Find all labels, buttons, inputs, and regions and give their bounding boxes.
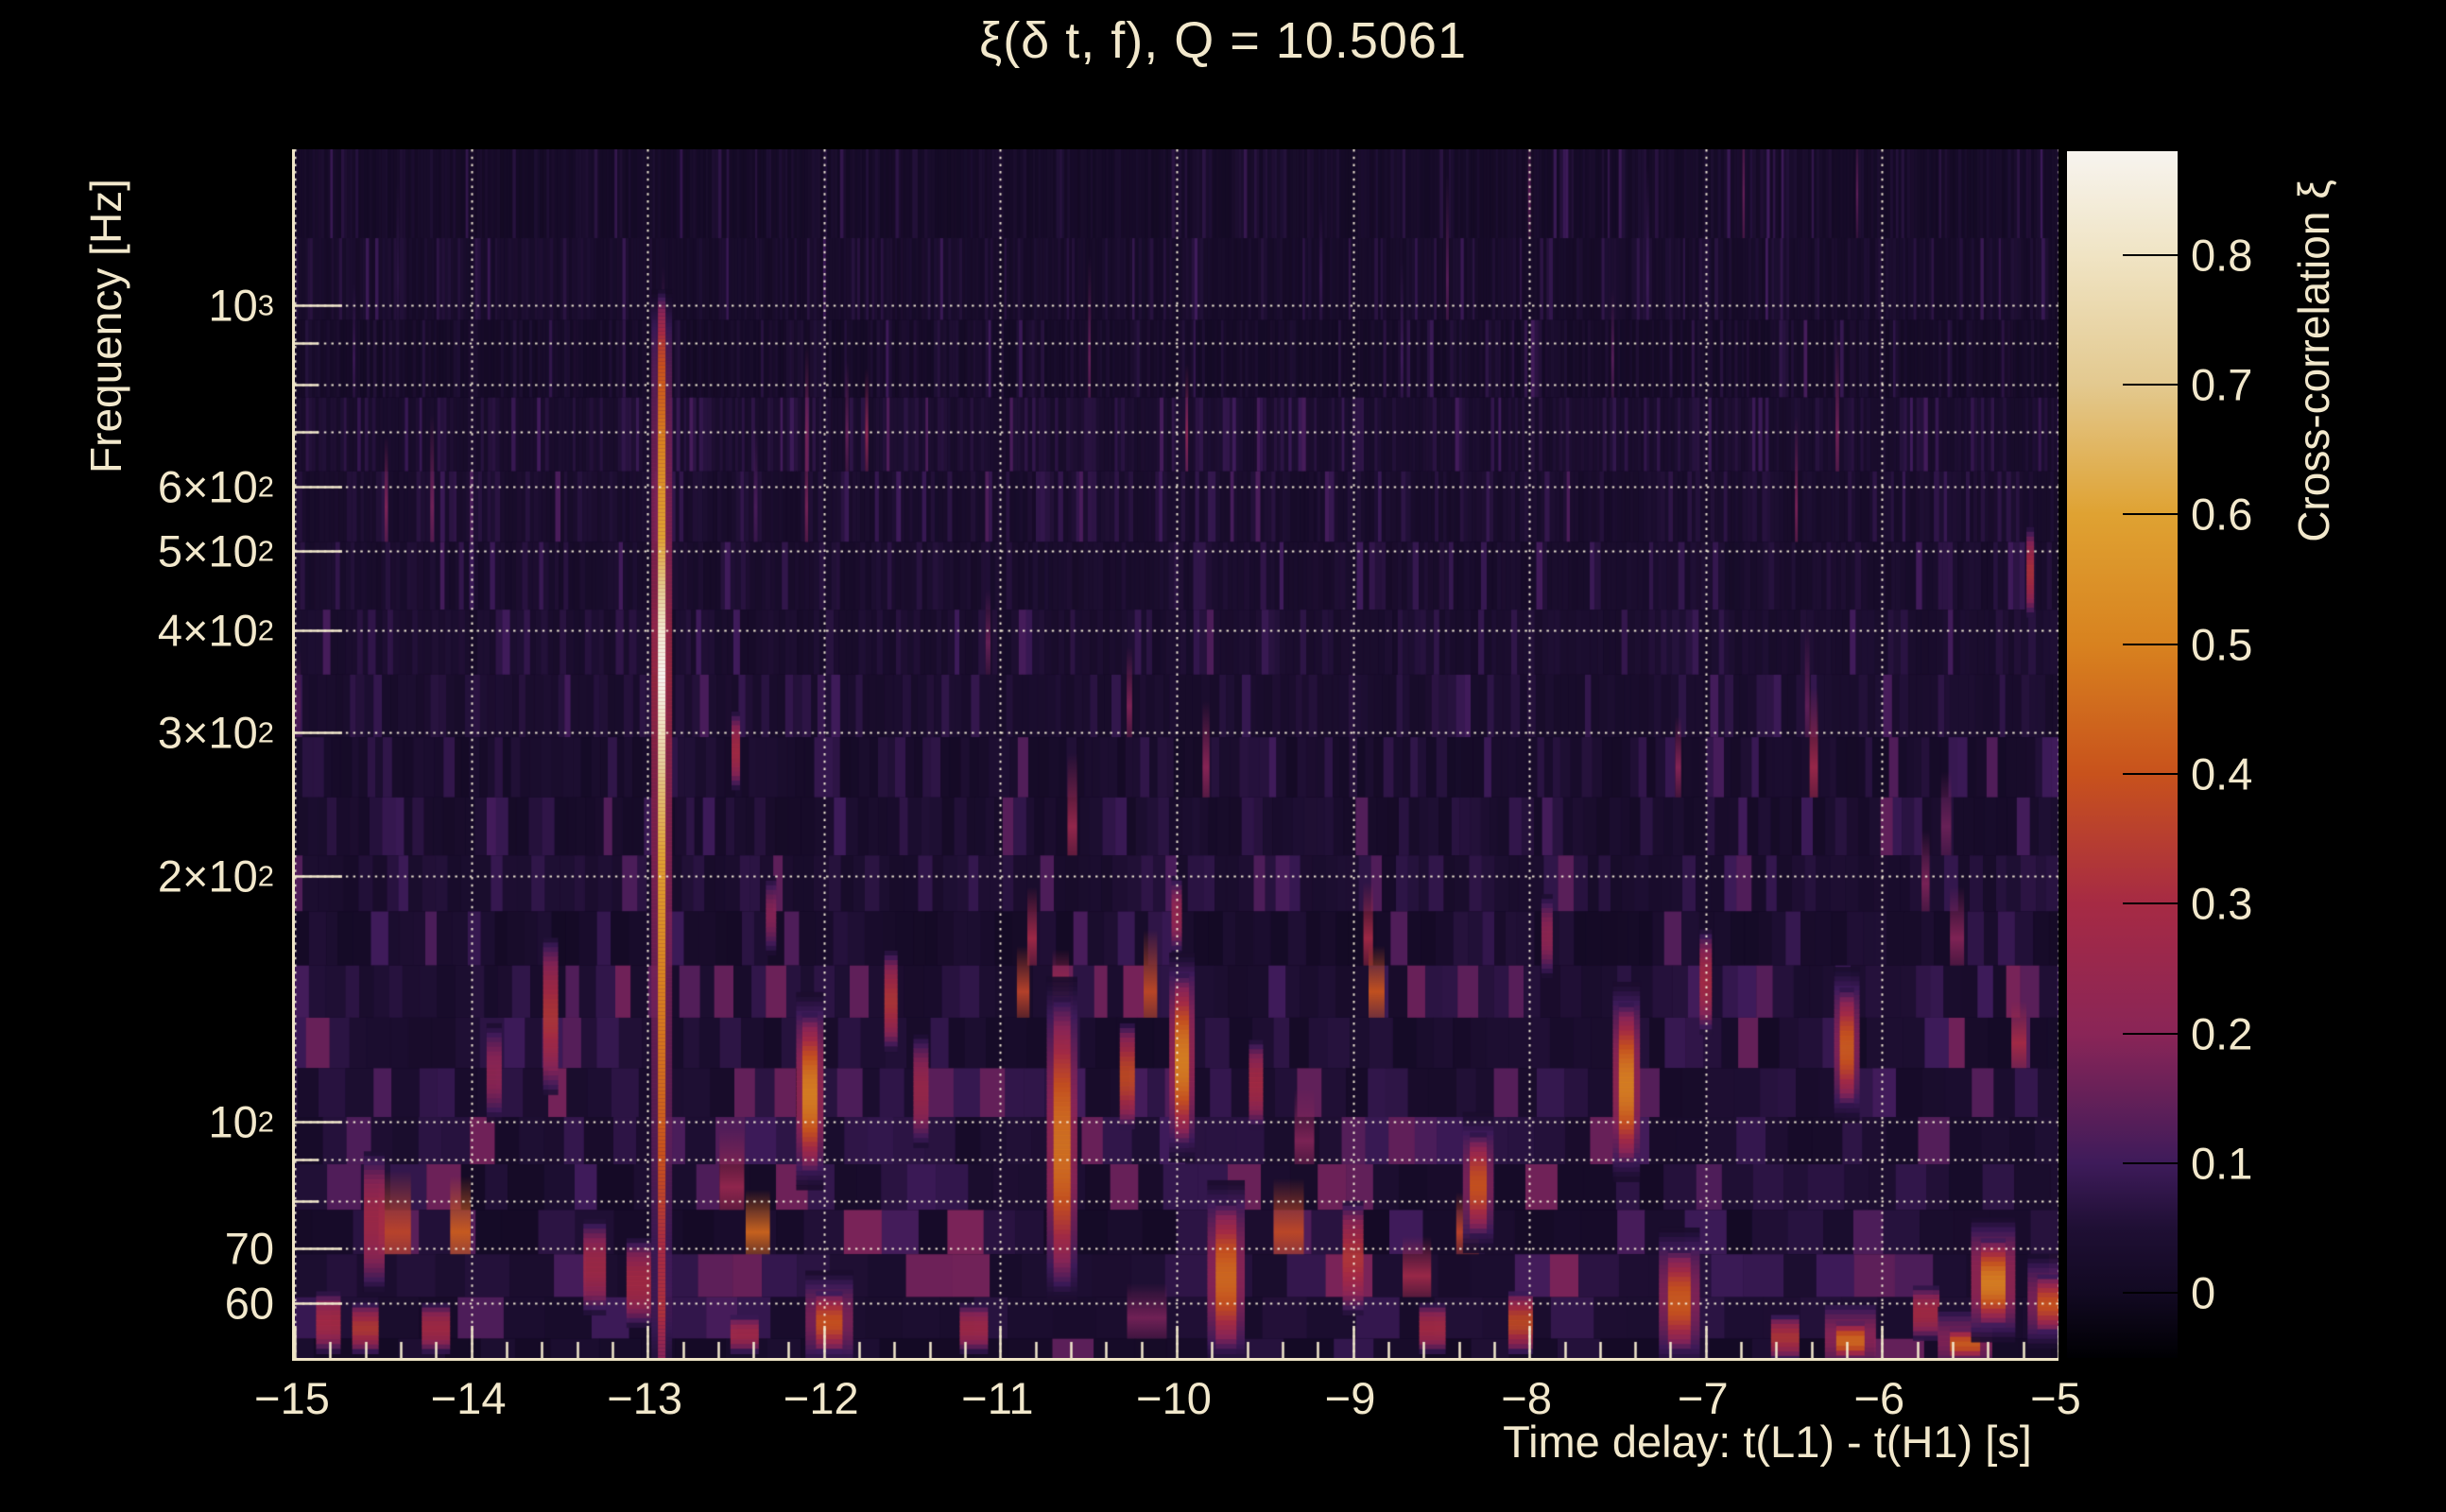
heatmap-canvas: [295, 149, 2058, 1358]
colorbar-title: Cross-correlation ξ: [2289, 180, 2338, 542]
x-tick-label-4: −11: [961, 1373, 1034, 1423]
colorbar-tick-4: [2123, 773, 2178, 776]
y-tick-label-0: 103: [208, 280, 274, 331]
y-tick-label-5: 2×102: [157, 850, 274, 902]
x-tick-label-9: −6: [1853, 1373, 1905, 1423]
y-tick-label-6: 102: [208, 1096, 274, 1147]
y-tick-label-4: 3×102: [157, 707, 274, 758]
page-title: ξ(δ t, f), Q = 10.5061: [979, 12, 1467, 69]
x-axis-title: Time delay: t(L1) - t(H1) [s]: [1503, 1417, 2032, 1467]
x-tick-label-2: −13: [607, 1373, 683, 1423]
x-tick-label-1: −14: [430, 1373, 507, 1423]
y-tick-label-1: 6×102: [157, 461, 274, 512]
heatmap-plot-frame: [292, 149, 2058, 1361]
y-tick-label-8: 60: [224, 1278, 274, 1329]
colorbar-tick-label-5: 0.3: [2191, 878, 2253, 929]
x-tick-label-7: −8: [1501, 1373, 1552, 1423]
colorbar-tick-6: [2123, 1032, 2178, 1035]
colorbar-tick-label-1: 0.7: [2191, 359, 2253, 410]
x-tick-label-5: −10: [1136, 1373, 1212, 1423]
colorbar-tick-0: [2123, 253, 2178, 256]
colorbar-tick-7: [2123, 1162, 2178, 1165]
x-tick-label-6: −9: [1324, 1373, 1376, 1423]
colorbar-tick-5: [2123, 902, 2178, 905]
y-tick-label-2: 5×102: [157, 525, 274, 576]
colorbar-tick-label-0: 0.8: [2191, 230, 2253, 281]
colorbar-tick-label-2: 0.6: [2191, 489, 2253, 540]
colorbar-tick-label-3: 0.5: [2191, 619, 2253, 670]
x-tick-label-0: −15: [254, 1373, 330, 1423]
colorbar-tick-label-4: 0.4: [2191, 748, 2253, 799]
x-tick-label-10: −5: [2030, 1373, 2081, 1423]
colorbar-tick-2: [2123, 513, 2178, 516]
x-tick-label-8: −7: [1678, 1373, 1729, 1423]
colorbar-tick-1: [2123, 384, 2178, 387]
qscan-cross-correlation-figure: ξ(δ t, f), Q = 10.5061 Frequency [Hz] Ti…: [0, 0, 2446, 1512]
colorbar-gradient: [2067, 151, 2178, 1358]
y-tick-label-3: 4×102: [157, 605, 274, 656]
x-tick-label-3: −12: [783, 1373, 859, 1423]
colorbar-tick-label-8: 0: [2191, 1267, 2216, 1318]
y-tick-label-7: 70: [224, 1223, 274, 1274]
colorbar-tick-3: [2123, 643, 2178, 645]
colorbar-tick-label-7: 0.1: [2191, 1138, 2253, 1189]
colorbar-tick-label-6: 0.2: [2191, 1008, 2253, 1059]
colorbar-tick-8: [2123, 1292, 2178, 1295]
